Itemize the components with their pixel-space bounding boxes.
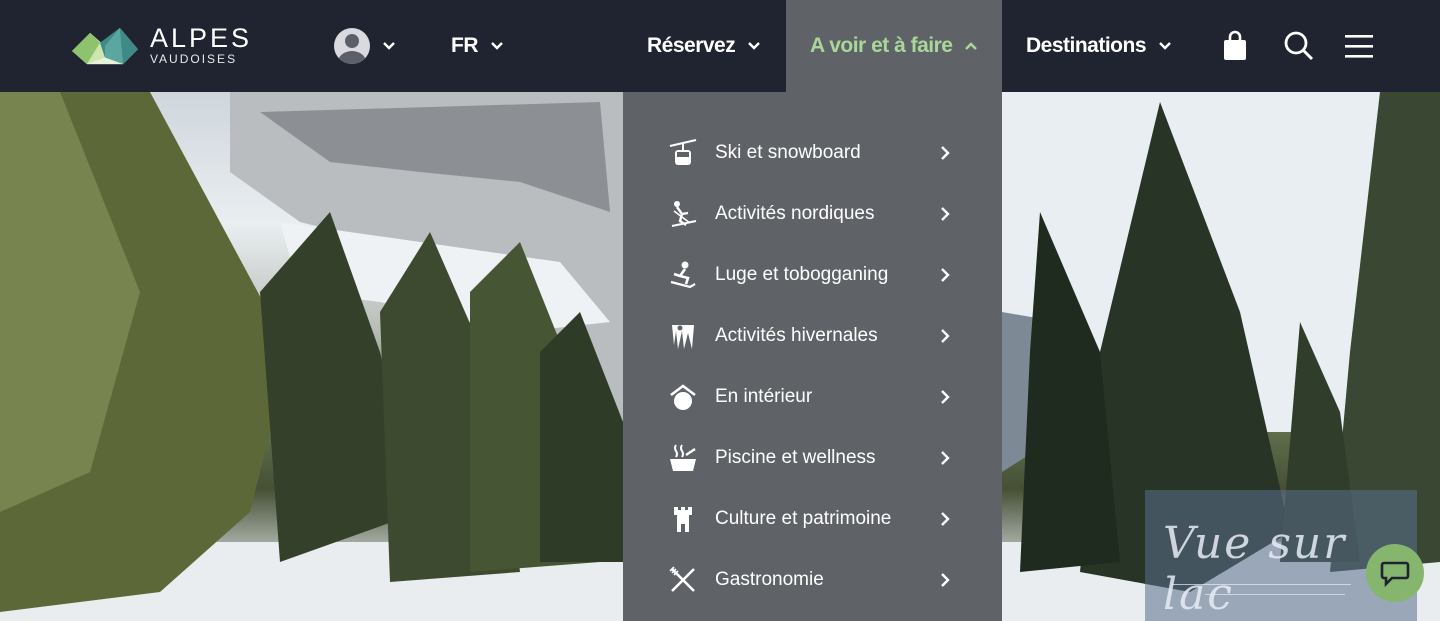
dropdown-item-label: En intérieur: [715, 385, 813, 407]
chevron-right-icon: [941, 145, 950, 160]
chevron-right-icon: [941, 572, 950, 587]
ice-climbing-icon: [667, 320, 699, 352]
logo-name: ALPES: [149, 23, 252, 53]
language-selector[interactable]: FR: [451, 0, 504, 92]
hot-tub-icon: [667, 442, 699, 474]
chevron-right-icon: [941, 511, 950, 526]
dropdown-item-piscine[interactable]: Piscine et wellness: [623, 427, 1002, 488]
chevron-right-icon: [941, 206, 950, 221]
nav-a-voir-et-a-faire[interactable]: A voir et à faire: [786, 0, 1002, 92]
chevron-down-icon: [491, 42, 503, 50]
language-label: FR: [451, 34, 479, 57]
dropdown-item-label: Luge et tobogganing: [715, 263, 889, 285]
dropdown-item-label: Piscine et wellness: [715, 446, 876, 468]
dropdown-item-nordic[interactable]: Activités nordiques: [623, 183, 1002, 244]
chevron-up-icon: [965, 42, 978, 50]
dropdown-item-label: Culture et patrimoine: [715, 507, 892, 529]
sled-icon: [667, 259, 699, 291]
chat-button[interactable]: [1366, 544, 1424, 602]
nav-reservez[interactable]: Réservez: [647, 0, 761, 92]
chevron-right-icon: [941, 389, 950, 404]
dropdown-item-interieur[interactable]: En intérieur: [623, 366, 1002, 427]
badge-divider: [1205, 594, 1345, 595]
hamburger-menu-icon[interactable]: [1341, 28, 1377, 64]
nordic-ski-icon: [667, 198, 699, 230]
dropdown-item-gastronomie[interactable]: Gastronomie: [623, 549, 1002, 610]
dropdown-item-label: Activités nordiques: [715, 202, 875, 224]
mountain-logo-icon: [72, 27, 138, 65]
dropdown-item-label: Activités hivernales: [715, 324, 878, 346]
cable-car-icon: [667, 137, 699, 169]
chevron-right-icon: [941, 328, 950, 343]
shopping-bag-icon[interactable]: [1217, 28, 1253, 64]
castle-tower-icon: [667, 503, 699, 535]
user-avatar-icon: [334, 28, 370, 64]
nav-destinations-label: Destinations: [1026, 34, 1147, 57]
logo-subtitle: VAUDOISES: [149, 52, 238, 66]
chevron-down-icon: [1159, 42, 1171, 50]
chevron-down-icon: [748, 42, 761, 50]
chevron-right-icon: [941, 267, 950, 282]
dropdown-item-ski[interactable]: Ski et snowboard: [623, 122, 1002, 183]
search-icon[interactable]: [1281, 28, 1317, 64]
site-header: ALPES VAUDOISES FR Réservez A voir et à …: [0, 0, 1440, 92]
dropdown-item-hivernales[interactable]: Activités hivernales: [623, 305, 1002, 366]
chevron-right-icon: [941, 450, 950, 465]
dropdown-item-culture[interactable]: Culture et patrimoine: [623, 488, 1002, 549]
indoor-house-icon: [667, 381, 699, 413]
nav-destinations[interactable]: Destinations: [1026, 0, 1172, 92]
fork-knife-icon: [667, 564, 699, 596]
dropdown-item-label: Ski et snowboard: [715, 141, 861, 163]
site-logo[interactable]: ALPES VAUDOISES: [72, 18, 252, 74]
a-voir-dropdown-menu: Ski et snowboard Activités nordiques Lug…: [623, 92, 1002, 621]
nav-a-voir-label: A voir et à faire: [810, 34, 953, 57]
account-menu-button[interactable]: [334, 0, 396, 92]
chat-bubble-icon: [1380, 561, 1410, 587]
chevron-down-icon: [383, 42, 395, 50]
badge-divider: [1171, 584, 1351, 585]
dropdown-item-label: Gastronomie: [715, 568, 824, 590]
dropdown-item-luge[interactable]: Luge et tobogganing: [623, 244, 1002, 305]
nav-reservez-label: Réservez: [647, 34, 736, 57]
